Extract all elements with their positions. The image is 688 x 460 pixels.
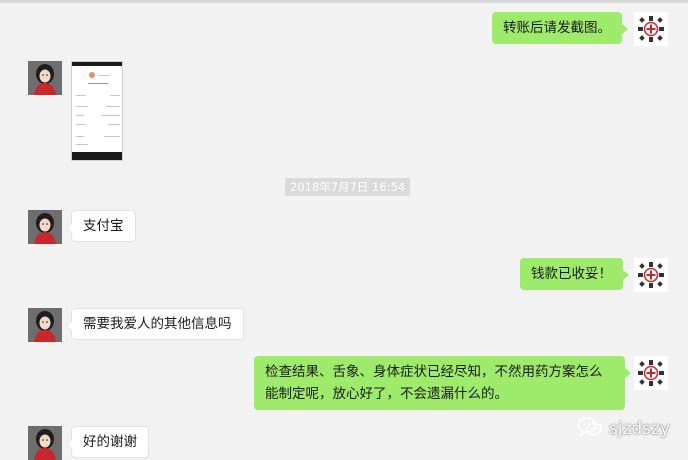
chat-timestamp: 2018年7月7日 16:54 bbox=[285, 178, 411, 196]
user-avatar[interactable] bbox=[28, 426, 62, 460]
user-avatar[interactable] bbox=[28, 308, 62, 342]
clinic-logo-avatar[interactable] bbox=[634, 356, 668, 390]
user-avatar[interactable] bbox=[28, 61, 62, 95]
message-text-line: 检查结果、舌象、身体症状已经尽知，不然用药方案怎么 bbox=[265, 364, 603, 380]
wechat-icon bbox=[577, 416, 603, 443]
message-bubble-received[interactable]: 支付宝 bbox=[66, 210, 136, 242]
message-text: 需要我爱人的其他信息吗 bbox=[83, 316, 232, 332]
message-bubble-sent[interactable]: 转账后请发截图。 bbox=[492, 12, 628, 44]
top-divider bbox=[0, 0, 688, 3]
watermark-text: sjzdszy bbox=[608, 419, 670, 439]
message-text: 好的谢谢 bbox=[83, 434, 137, 450]
message-bubble-sent[interactable]: 检查结果、舌象、身体症状已经尽知，不然用药方案怎么 能制定呢，放心好了，不会遗漏… bbox=[254, 356, 631, 410]
user-avatar[interactable] bbox=[28, 210, 62, 244]
message-text: 转账后请发截图。 bbox=[503, 20, 611, 36]
message-bubble-sent[interactable]: 钱款已收妥！ bbox=[520, 258, 629, 290]
message-bubble-received[interactable]: 好的谢谢 bbox=[66, 426, 149, 458]
message-bubble-received[interactable]: 需要我爱人的其他信息吗 bbox=[66, 308, 244, 340]
clinic-logo-avatar[interactable] bbox=[634, 12, 668, 46]
message-text: 支付宝 bbox=[83, 218, 124, 234]
message-text: 钱款已收妥！ bbox=[531, 266, 612, 282]
watermark: sjzdszy bbox=[577, 416, 670, 443]
clinic-logo-avatar[interactable] bbox=[634, 258, 668, 292]
payment-screenshot-image[interactable] bbox=[71, 61, 123, 161]
message-text-line: 能制定呢，放心好了，不会遗漏什么的。 bbox=[265, 386, 508, 402]
